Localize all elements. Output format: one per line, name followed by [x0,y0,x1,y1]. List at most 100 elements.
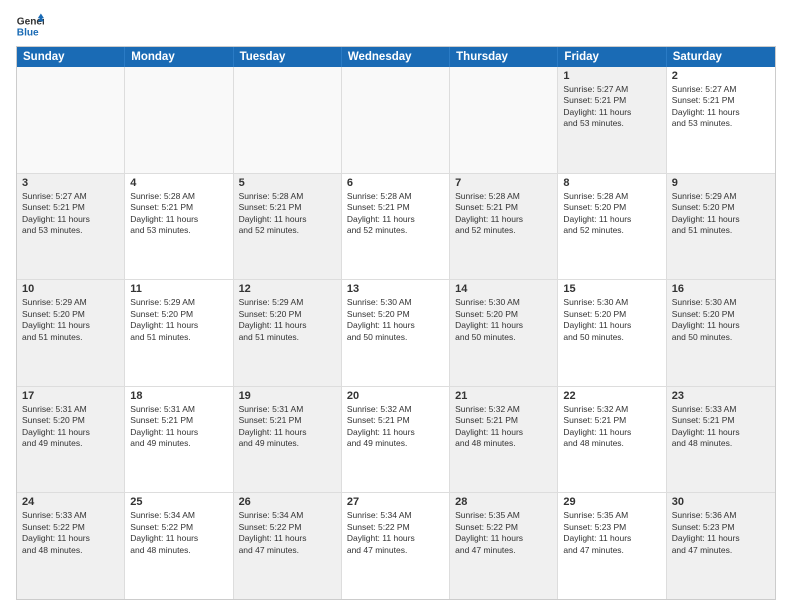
day-info: Sunrise: 5:35 AM Sunset: 5:22 PM Dayligh… [455,510,552,556]
day-info: Sunrise: 5:30 AM Sunset: 5:20 PM Dayligh… [347,297,444,343]
day-number: 27 [347,496,444,508]
header-day-wednesday: Wednesday [342,47,450,67]
day-info: Sunrise: 5:30 AM Sunset: 5:20 PM Dayligh… [672,297,770,343]
day-number: 2 [672,70,770,82]
day-info: Sunrise: 5:27 AM Sunset: 5:21 PM Dayligh… [22,191,119,237]
day-number: 11 [130,283,227,295]
day-cell-29: 29Sunrise: 5:35 AM Sunset: 5:23 PM Dayli… [558,493,666,599]
day-cell-27: 27 Sunrise: 5:34 AM Sunset: 5:22 PM Dayli… [342,493,450,599]
day-number: 16 [672,283,770,295]
day-cell-20: 20 Sunrise: 5:32 AM Sunset: 5:21 PM Dayli… [342,387,450,493]
day-info: Sunrise: 5:30 AM Sunset: 5:20 PM Dayligh… [455,297,552,343]
day-cell-12: 12 Sunrise: 5:29 AM Sunset: 5:20 PM Dayli… [234,280,342,386]
day-info: Sunrise: 5:35 AM Sunset: 5:23 PM Dayligh… [563,510,660,556]
day-info: Sunrise: 5:32 AM Sunset: 5:21 PM Dayligh… [455,404,552,450]
day-number: 21 [455,390,552,402]
day-cell-17: 17 Sunrise: 5:31 AM Sunset: 5:20 PM Dayli… [17,387,125,493]
day-number: 12 [239,283,336,295]
day-number: 17 [22,390,119,402]
empty-cell [125,67,233,173]
day-number: 23 [672,390,770,402]
day-info: Sunrise: 5:34 AM Sunset: 5:22 PM Dayligh… [347,510,444,556]
day-info: Sunrise: 5:28 AM Sunset: 5:21 PM Dayligh… [455,191,552,237]
day-number: 15 [563,283,660,295]
day-info: Sunrise: 5:34 AM Sunset: 5:22 PM Dayligh… [239,510,336,556]
header-day-sunday: Sunday [17,47,125,67]
day-info: Sunrise: 5:36 AM Sunset: 5:23 PM Dayligh… [672,510,770,556]
week-row-1: 3 Sunrise: 5:27 AM Sunset: 5:21 PM Daylig… [17,174,775,281]
day-info: Sunrise: 5:34 AM Sunset: 5:22 PM Dayligh… [130,510,227,556]
day-cell-10: 10 Sunrise: 5:29 AM Sunset: 5:20 PM Dayli… [17,280,125,386]
day-info: Sunrise: 5:31 AM Sunset: 5:21 PM Dayligh… [239,404,336,450]
day-cell-30: 30 Sunrise: 5:36 AM Sunset: 5:23 PM Dayli… [667,493,775,599]
day-number: 30 [672,496,770,508]
day-info: Sunrise: 5:28 AM Sunset: 5:20 PM Dayligh… [563,191,660,237]
day-number: 28 [455,496,552,508]
header-day-monday: Monday [125,47,233,67]
day-info: Sunrise: 5:31 AM Sunset: 5:21 PM Dayligh… [130,404,227,450]
day-cell-28: 28 Sunrise: 5:35 AM Sunset: 5:22 PM Dayli… [450,493,558,599]
day-info: Sunrise: 5:30 AM Sunset: 5:20 PM Dayligh… [563,297,660,343]
week-row-4: 24Sunrise: 5:33 AM Sunset: 5:22 PM Dayli… [17,493,775,599]
empty-cell [450,67,558,173]
day-cell-24: 24Sunrise: 5:33 AM Sunset: 5:22 PM Dayli… [17,493,125,599]
day-number: 8 [563,177,660,189]
week-row-2: 10 Sunrise: 5:29 AM Sunset: 5:20 PM Dayli… [17,280,775,387]
page: General Blue SundayMondayTuesdayWednesda… [0,0,792,612]
day-info: Sunrise: 5:27 AM Sunset: 5:21 PM Dayligh… [563,84,660,130]
day-number: 20 [347,390,444,402]
day-cell-16: 16 Sunrise: 5:30 AM Sunset: 5:20 PM Dayli… [667,280,775,386]
week-row-0: 1 Sunrise: 5:27 AM Sunset: 5:21 PM Daylig… [17,67,775,174]
day-cell-21: 21 Sunrise: 5:32 AM Sunset: 5:21 PM Dayli… [450,387,558,493]
day-info: Sunrise: 5:29 AM Sunset: 5:20 PM Dayligh… [22,297,119,343]
day-cell-19: 19 Sunrise: 5:31 AM Sunset: 5:21 PM Dayli… [234,387,342,493]
day-info: Sunrise: 5:29 AM Sunset: 5:20 PM Dayligh… [130,297,227,343]
day-cell-7: 7 Sunrise: 5:28 AM Sunset: 5:21 PM Daylig… [450,174,558,280]
header-day-thursday: Thursday [450,47,558,67]
day-info: Sunrise: 5:32 AM Sunset: 5:21 PM Dayligh… [563,404,660,450]
day-number: 25 [130,496,227,508]
day-number: 14 [455,283,552,295]
day-info: Sunrise: 5:33 AM Sunset: 5:21 PM Dayligh… [672,404,770,450]
day-cell-3: 3 Sunrise: 5:27 AM Sunset: 5:21 PM Daylig… [17,174,125,280]
day-number: 7 [455,177,552,189]
day-info: Sunrise: 5:29 AM Sunset: 5:20 PM Dayligh… [239,297,336,343]
day-info: Sunrise: 5:28 AM Sunset: 5:21 PM Dayligh… [239,191,336,237]
day-number: 5 [239,177,336,189]
day-number: 3 [22,177,119,189]
day-info: Sunrise: 5:28 AM Sunset: 5:21 PM Dayligh… [347,191,444,237]
day-number: 10 [22,283,119,295]
day-cell-13: 13 Sunrise: 5:30 AM Sunset: 5:20 PM Dayli… [342,280,450,386]
day-number: 26 [239,496,336,508]
day-cell-1: 1 Sunrise: 5:27 AM Sunset: 5:21 PM Daylig… [558,67,666,173]
week-row-3: 17 Sunrise: 5:31 AM Sunset: 5:20 PM Dayli… [17,387,775,494]
day-number: 9 [672,177,770,189]
day-number: 22 [563,390,660,402]
day-cell-23: 23 Sunrise: 5:33 AM Sunset: 5:21 PM Dayli… [667,387,775,493]
day-number: 19 [239,390,336,402]
day-number: 4 [130,177,227,189]
day-number: 13 [347,283,444,295]
day-info: Sunrise: 5:32 AM Sunset: 5:21 PM Dayligh… [347,404,444,450]
header-day-saturday: Saturday [667,47,775,67]
day-cell-8: 8 Sunrise: 5:28 AM Sunset: 5:20 PM Daylig… [558,174,666,280]
logo: General Blue [16,12,44,40]
day-info: Sunrise: 5:27 AM Sunset: 5:21 PM Dayligh… [672,84,770,130]
day-info: Sunrise: 5:28 AM Sunset: 5:21 PM Dayligh… [130,191,227,237]
calendar-header: SundayMondayTuesdayWednesdayThursdayFrid… [17,47,775,67]
empty-cell [342,67,450,173]
empty-cell [17,67,125,173]
day-info: Sunrise: 5:31 AM Sunset: 5:20 PM Dayligh… [22,404,119,450]
day-number: 18 [130,390,227,402]
header-day-tuesday: Tuesday [234,47,342,67]
day-cell-18: 18 Sunrise: 5:31 AM Sunset: 5:21 PM Dayli… [125,387,233,493]
day-cell-25: 25 Sunrise: 5:34 AM Sunset: 5:22 PM Dayli… [125,493,233,599]
day-cell-4: 4 Sunrise: 5:28 AM Sunset: 5:21 PM Daylig… [125,174,233,280]
day-cell-22: 22 Sunrise: 5:32 AM Sunset: 5:21 PM Dayli… [558,387,666,493]
day-number: 1 [563,70,660,82]
day-cell-14: 14 Sunrise: 5:30 AM Sunset: 5:20 PM Dayli… [450,280,558,386]
day-cell-11: 11 Sunrise: 5:29 AM Sunset: 5:20 PM Dayli… [125,280,233,386]
day-number: 6 [347,177,444,189]
logo-icon: General Blue [16,12,44,40]
empty-cell [234,67,342,173]
